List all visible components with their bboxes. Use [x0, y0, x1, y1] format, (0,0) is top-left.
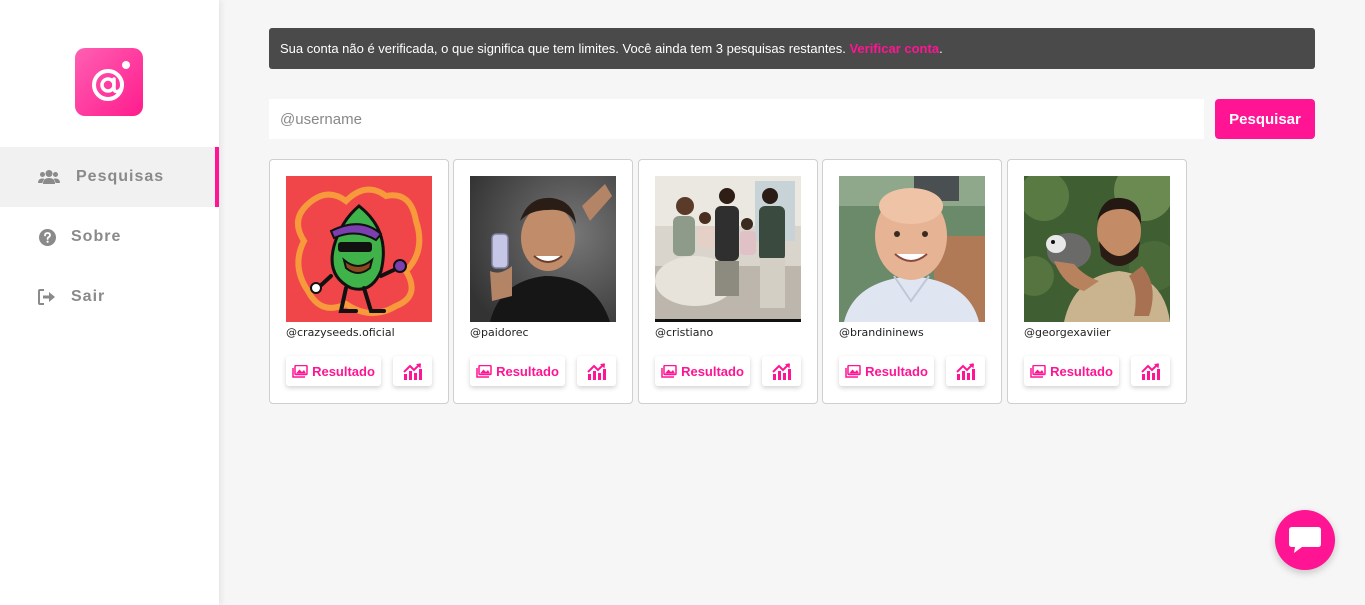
- profile-card: @cristiano Resultado: [638, 159, 818, 404]
- chart-line-icon: [955, 362, 975, 380]
- profile-photo[interactable]: [286, 176, 432, 322]
- result-button-label: Resultado: [865, 363, 928, 379]
- profile-username: @paidorec: [470, 326, 529, 339]
- profile-username: @crazyseeds.oficial: [286, 326, 395, 339]
- profile-username: @georgexaviier: [1024, 326, 1111, 339]
- sidebar-item-pesquisas[interactable]: Pesquisas: [0, 147, 219, 207]
- stats-button[interactable]: [1131, 356, 1170, 386]
- app-logo[interactable]: [75, 48, 143, 116]
- chart-line-icon: [1140, 362, 1160, 380]
- stats-button[interactable]: [946, 356, 985, 386]
- result-button[interactable]: Resultado: [1024, 356, 1119, 386]
- images-icon: [661, 364, 677, 378]
- result-button[interactable]: Resultado: [655, 356, 750, 386]
- profile-photo[interactable]: [839, 176, 985, 322]
- username-search-input[interactable]: [269, 99, 1204, 139]
- sidebar-item-label: Sair: [71, 288, 106, 305]
- stats-button[interactable]: [762, 356, 801, 386]
- stats-button[interactable]: [577, 356, 616, 386]
- stats-button[interactable]: [393, 356, 432, 386]
- verification-alert: Sua conta não é verificada, o que signif…: [269, 28, 1315, 69]
- sidebar-item-label: Pesquisas: [76, 168, 165, 185]
- profile-photo[interactable]: [470, 176, 616, 322]
- question-circle-icon: [38, 228, 56, 246]
- users-icon: [38, 168, 60, 186]
- profile-card: @georgexaviier Resultado: [1007, 159, 1187, 404]
- chart-line-icon: [586, 362, 606, 380]
- chart-line-icon: [402, 362, 422, 380]
- result-button[interactable]: Resultado: [470, 356, 565, 386]
- result-button-label: Resultado: [496, 363, 559, 379]
- sidebar-item-sobre[interactable]: Sobre: [0, 207, 219, 267]
- alert-suffix: .: [939, 41, 943, 56]
- profile-photo[interactable]: [1024, 176, 1170, 322]
- result-button-label: Resultado: [312, 363, 375, 379]
- verify-account-link[interactable]: Verificar conta: [849, 41, 939, 56]
- at-sign-logo-icon: [92, 61, 130, 101]
- profile-username: @cristiano: [655, 326, 714, 339]
- profile-photo[interactable]: [655, 176, 801, 322]
- search-button[interactable]: Pesquisar: [1215, 99, 1315, 139]
- sidebar: Pesquisas Sobre Sair: [0, 0, 219, 605]
- images-icon: [292, 364, 308, 378]
- chart-line-icon: [771, 362, 791, 380]
- sign-out-icon: [38, 288, 56, 306]
- result-button-label: Resultado: [681, 363, 744, 379]
- images-icon: [845, 364, 861, 378]
- sidebar-item-sair[interactable]: Sair: [0, 267, 219, 327]
- chat-button[interactable]: [1275, 510, 1335, 570]
- images-icon: [1030, 364, 1046, 378]
- chat-bubble-icon: [1289, 527, 1321, 553]
- profile-card: @brandininews Resultado: [822, 159, 1002, 404]
- profile-username: @brandininews: [839, 326, 924, 339]
- sidebar-item-label: Sobre: [71, 228, 122, 245]
- images-icon: [476, 364, 492, 378]
- profile-card: @paidorec Resultado: [453, 159, 633, 404]
- profile-card: @crazyseeds.oficial Resultado: [269, 159, 449, 404]
- result-button-label: Resultado: [1050, 363, 1113, 379]
- result-button[interactable]: Resultado: [286, 356, 381, 386]
- result-button[interactable]: Resultado: [839, 356, 934, 386]
- alert-text: Sua conta não é verificada, o que signif…: [280, 41, 850, 56]
